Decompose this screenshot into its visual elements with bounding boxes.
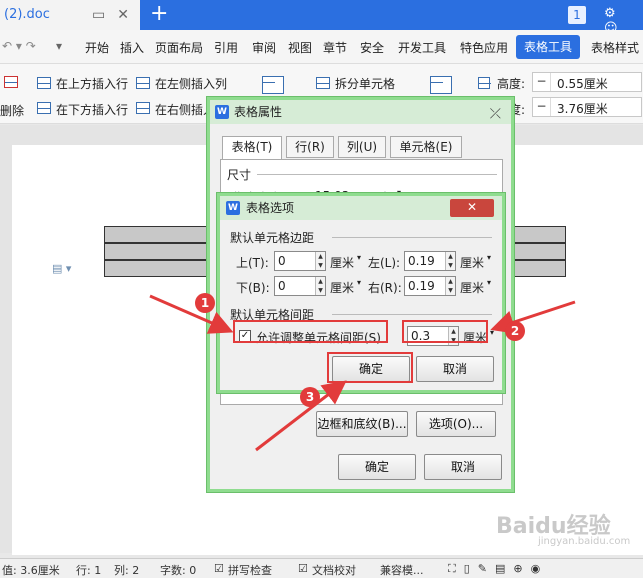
annotation-badge-2: 2 bbox=[505, 321, 525, 341]
status-word-count[interactable]: 字数: 0 bbox=[160, 562, 196, 578]
status-column: 列: 2 bbox=[114, 564, 140, 577]
baidu-watermark-url: jingyan.baidu.com bbox=[538, 536, 631, 547]
spell-check-icon[interactable]: ☑ bbox=[214, 562, 224, 575]
arrow-3 bbox=[255, 380, 347, 452]
proofread-button[interactable]: 文档校对 bbox=[312, 562, 356, 578]
arrow-1 bbox=[149, 294, 234, 334]
view-mode-icons[interactable]: ⛶▯✎▤⊕◉ bbox=[448, 562, 548, 576]
status-row: 行: 1 bbox=[76, 564, 102, 577]
annotation-badge-3: 3 bbox=[300, 387, 320, 407]
annotation-badge-1: 1 bbox=[195, 293, 215, 313]
proofread-icon[interactable]: ☑ bbox=[298, 562, 308, 575]
status-value: 值: 3.6厘米 bbox=[2, 564, 60, 577]
spell-check-button[interactable]: 拼写检查 bbox=[228, 562, 272, 578]
status-bar: 值: 3.6厘米 行: 1 列: 2 字数: 0 ☑ 拼写检查 ☑ 文档校对 兼… bbox=[0, 558, 643, 578]
compat-mode: 兼容模... bbox=[380, 564, 424, 577]
annotation-arrows bbox=[149, 294, 576, 452]
